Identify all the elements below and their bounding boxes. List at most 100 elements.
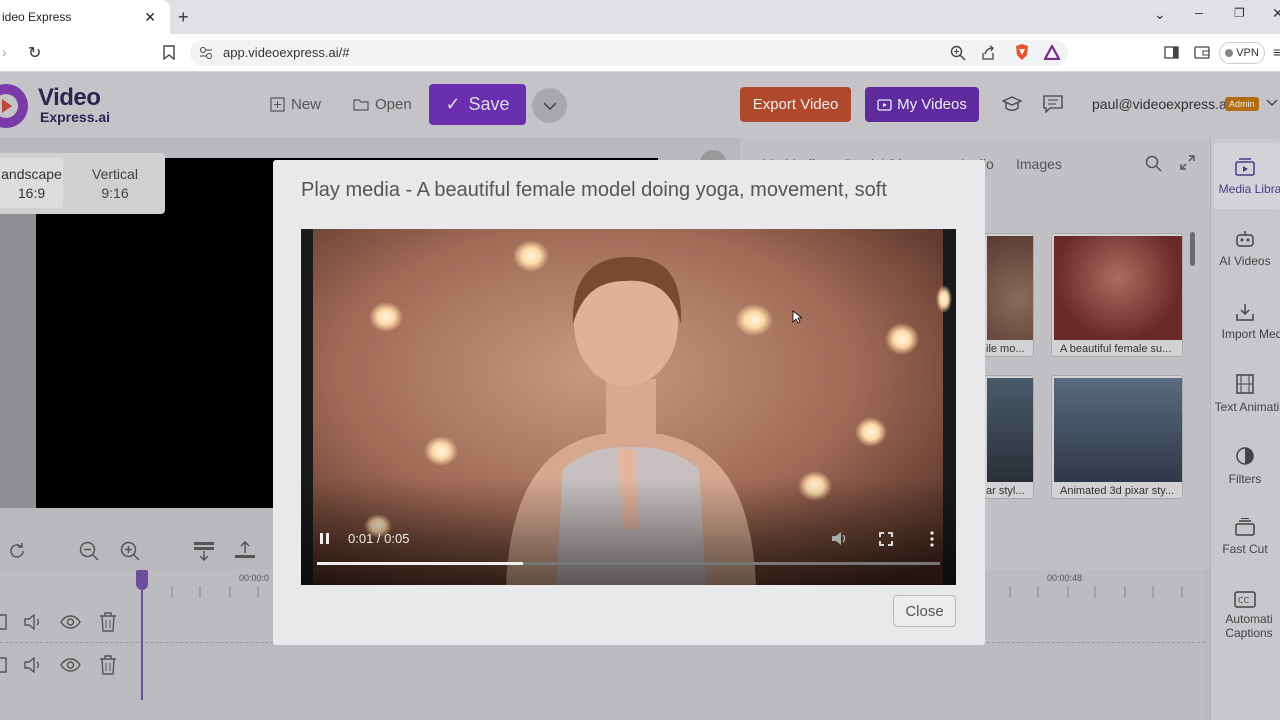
thumb-image	[987, 236, 1033, 340]
brave-rewards-icon[interactable]	[1044, 45, 1060, 60]
wallet-icon[interactable]	[1194, 46, 1210, 59]
reload-icon[interactable]: ↻	[28, 43, 41, 63]
side-nav-label: Text Animati	[1214, 400, 1280, 414]
zoom-icon[interactable]	[950, 45, 966, 61]
zoom-in-icon[interactable]	[120, 541, 140, 561]
expand-icon[interactable]	[1180, 155, 1195, 170]
more-options-icon[interactable]	[930, 531, 934, 547]
thumb-caption: A beautiful female su...	[1060, 343, 1172, 355]
media-scrollbar[interactable]	[1190, 232, 1195, 266]
sidebar-toggle-icon[interactable]	[1164, 46, 1179, 59]
minimize-icon[interactable]: –	[1195, 4, 1203, 20]
save-options-button[interactable]	[532, 88, 567, 123]
playback-time: 0:01 / 0:05	[348, 531, 410, 546]
volume-icon[interactable]	[24, 614, 42, 630]
vpn-status-icon	[1225, 49, 1234, 57]
chevron-down-icon	[542, 101, 557, 110]
pause-icon[interactable]	[319, 532, 331, 545]
video-player[interactable]: 0:01 / 0:05	[301, 229, 956, 585]
thumb-image	[1054, 236, 1182, 340]
side-nav-label-line2: Captions	[1225, 626, 1273, 640]
browser-tab[interactable]: ideo Express ✕	[0, 0, 170, 34]
side-nav-filters[interactable]: Filters	[1210, 446, 1280, 486]
side-nav-label: Filters	[1228, 472, 1262, 486]
thumb-image	[987, 378, 1033, 482]
ratio-landscape-value: 16:9	[17, 185, 46, 201]
mouse-cursor-icon	[792, 310, 802, 324]
zoom-out-icon[interactable]	[79, 541, 99, 561]
thumb-caption: ar styl...	[986, 485, 1025, 497]
track-layer-icon[interactable]	[0, 614, 8, 630]
folder-icon	[353, 99, 369, 111]
media-thumb[interactable]	[1051, 375, 1183, 499]
new-button[interactable]: New	[270, 96, 321, 113]
browser-tab-bar	[0, 0, 1280, 34]
bookmark-icon[interactable]	[163, 45, 175, 60]
side-nav-import-media[interactable]: Import Med	[1210, 303, 1280, 341]
volume-icon[interactable]	[24, 657, 42, 673]
new-tab-icon[interactable]: +	[178, 7, 189, 28]
side-nav-label: Automati	[1225, 612, 1273, 626]
ratio-landscape-name: andscape	[1, 166, 62, 182]
share-icon[interactable]	[980, 45, 996, 61]
brave-shield-icon[interactable]	[1014, 43, 1030, 61]
timeline-tick-right: 00:00:48	[1047, 573, 1083, 583]
playhead-handle[interactable]	[136, 570, 148, 590]
check-icon: ✓	[445, 94, 461, 114]
save-button[interactable]: ✓ Save	[429, 84, 526, 125]
svg-text:CC: CC	[1238, 596, 1250, 605]
vpn-button[interactable]: VPN	[1219, 42, 1265, 64]
messages-icon[interactable]	[1043, 95, 1063, 113]
ratio-vertical-option[interactable]: Vertical 9:16	[70, 158, 160, 208]
trash-icon[interactable]	[99, 612, 117, 632]
trash-icon[interactable]	[99, 655, 117, 675]
site-settings-icon[interactable]	[199, 46, 213, 60]
maximize-icon[interactable]: ❐	[1234, 6, 1245, 20]
export-video-button[interactable]: Export Video	[740, 87, 851, 122]
media-search-icon[interactable]	[1145, 155, 1162, 172]
tutorials-icon[interactable]	[1002, 96, 1022, 112]
side-nav-fast-cut[interactable]: Fast Cut	[1210, 518, 1280, 556]
browser-menu-icon[interactable]: ≡	[1273, 44, 1280, 60]
window-close-icon[interactable]: ✕	[1272, 5, 1280, 22]
visibility-eye-icon[interactable]	[60, 615, 81, 629]
user-menu-chevron-icon[interactable]	[1266, 99, 1278, 107]
canvas-left-margin	[0, 214, 36, 508]
media-library-icon	[1235, 158, 1255, 176]
progress-track[interactable]	[317, 562, 940, 565]
media-thumb[interactable]	[984, 233, 1034, 357]
close-button[interactable]: Close	[893, 595, 956, 627]
media-thumb[interactable]	[984, 375, 1034, 499]
media-thumb[interactable]	[1051, 233, 1183, 357]
fast-cut-icon	[1235, 518, 1255, 536]
fullscreen-icon[interactable]	[879, 532, 893, 546]
side-nav-media-library[interactable]: Media Libra	[1210, 158, 1280, 196]
merge-down-icon[interactable]	[193, 541, 215, 561]
robot-icon	[1236, 231, 1254, 247]
side-nav-ai-videos[interactable]: AI Videos	[1210, 230, 1280, 268]
visibility-eye-icon[interactable]	[60, 658, 81, 672]
side-nav-label: Fast Cut	[1222, 542, 1268, 556]
app-header	[0, 72, 1280, 138]
media-tab-images[interactable]: Images	[1016, 156, 1062, 172]
upload-to-track-icon[interactable]	[234, 541, 256, 561]
tab-close-icon[interactable]: ✕	[144, 9, 156, 26]
open-button[interactable]: Open	[353, 96, 412, 113]
logo[interactable]: Video Express.ai	[0, 80, 120, 130]
ratio-landscape-option[interactable]: andscape 16:9	[0, 158, 63, 208]
track-row	[0, 610, 130, 634]
mute-icon[interactable]	[831, 531, 848, 546]
user-email[interactable]: paul@videoexpress.ai	[1092, 96, 1230, 112]
redo-icon[interactable]	[8, 542, 26, 560]
role-badge: Admin	[1225, 97, 1259, 111]
side-nav-automatic-captions[interactable]: CC Automati Captions	[1210, 591, 1280, 640]
side-nav-label: AI Videos	[1219, 254, 1271, 268]
tab-list-icon[interactable]: ⌄	[1154, 6, 1166, 23]
track-layer-icon[interactable]	[0, 657, 8, 673]
side-nav-label: Import Med	[1221, 327, 1280, 341]
forward-icon[interactable]: ›	[2, 44, 7, 60]
video-icon	[877, 98, 892, 111]
my-videos-button[interactable]: My Videos	[865, 87, 979, 122]
url-text: app.videoexpress.ai/#	[223, 45, 350, 60]
side-nav-text-animations[interactable]: Text Animati	[1210, 374, 1280, 414]
